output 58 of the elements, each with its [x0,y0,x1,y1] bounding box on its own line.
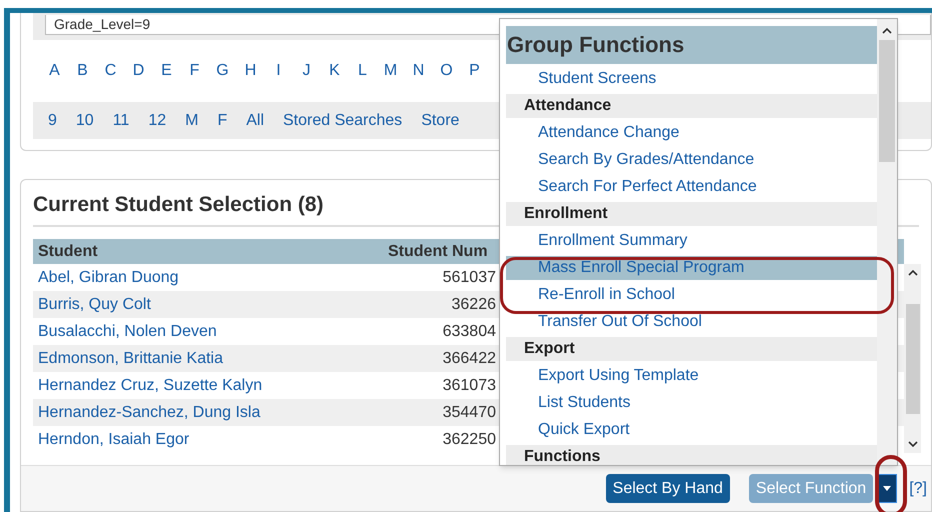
caret-icon [883,486,892,491]
dropdown-toggle[interactable] [877,474,898,503]
filter-link[interactable]: 12 [148,108,166,132]
letter-link[interactable]: M [383,59,398,83]
filter-link[interactable]: All [246,108,264,132]
filter-link[interactable]: F [217,108,228,132]
menu-group-heading: Attendance [506,94,877,118]
letter-link[interactable]: A [47,59,62,83]
student-link[interactable]: Busalacchi, Nolen Deven [33,320,388,344]
student-link[interactable]: Hernandez Cruz, Suzette Kalyn [33,374,388,398]
filter-link[interactable]: Store [421,108,460,132]
student-number: 366422 [442,348,496,368]
student-link[interactable]: Abel, Gibran Duong [33,266,388,290]
letter-link[interactable]: L [355,59,370,83]
menu-title: Group Functions [506,26,877,64]
filter-link[interactable]: Stored Searches [283,108,402,132]
letter-link[interactable]: C [103,59,118,83]
student-link[interactable]: Herndon, Isaiah Egor [33,428,388,452]
annotation-outline [875,455,907,512]
letter-link[interactable]: H [243,59,258,83]
menu-group-heading: Export [506,337,877,361]
letter-link[interactable]: K [327,59,342,83]
student-link[interactable]: Burris, Quy Colt [33,292,388,316]
filter-link[interactable]: 11 [112,108,130,132]
student-number: 362250 [442,430,496,450]
filter-link[interactable]: 9 [48,108,57,132]
letter-link[interactable]: E [159,59,174,83]
student-number: 354470 [442,402,496,422]
letter-link[interactable]: B [75,59,90,83]
scroll-up-icon[interactable] [908,269,918,276]
help-link[interactable]: [?] [909,476,927,500]
letter-link[interactable]: P [467,59,482,83]
student-number: 561037 [442,268,496,288]
scrollbar-thumb[interactable] [906,304,920,414]
student-link[interactable]: Edmonson, Brittanie Katia [33,346,388,370]
letter-link[interactable]: G [215,59,230,83]
table-scrollbar[interactable] [904,264,921,453]
menu-group-heading: Functions [506,445,877,465]
student-link[interactable]: Hernandez-Sanchez, Dung Isla [33,400,388,424]
letter-link[interactable]: F [187,59,202,83]
filter-link[interactable]: M [185,108,198,132]
letter-link[interactable]: I [271,59,286,83]
column-header: Student [37,242,99,262]
scroll-down-icon[interactable] [908,441,918,448]
menu-scrollbar[interactable] [877,19,897,465]
student-number: 361073 [442,376,496,396]
scrollbar-thumb[interactable] [879,40,895,162]
letter-link[interactable]: O [439,59,454,83]
filter-link[interactable]: 10 [76,108,94,132]
letter-link[interactable]: J [299,59,314,83]
column-header: Student Num [388,242,489,262]
student-number: 36226 [450,294,496,314]
student-number: 633804 [442,322,496,342]
action-button[interactable]: Select By Hand [606,474,730,503]
letter-link[interactable]: D [131,59,146,83]
scroll-up-icon[interactable] [882,27,892,34]
menu-group-heading: Enrollment [506,202,877,226]
letter-link[interactable]: N [411,59,426,83]
